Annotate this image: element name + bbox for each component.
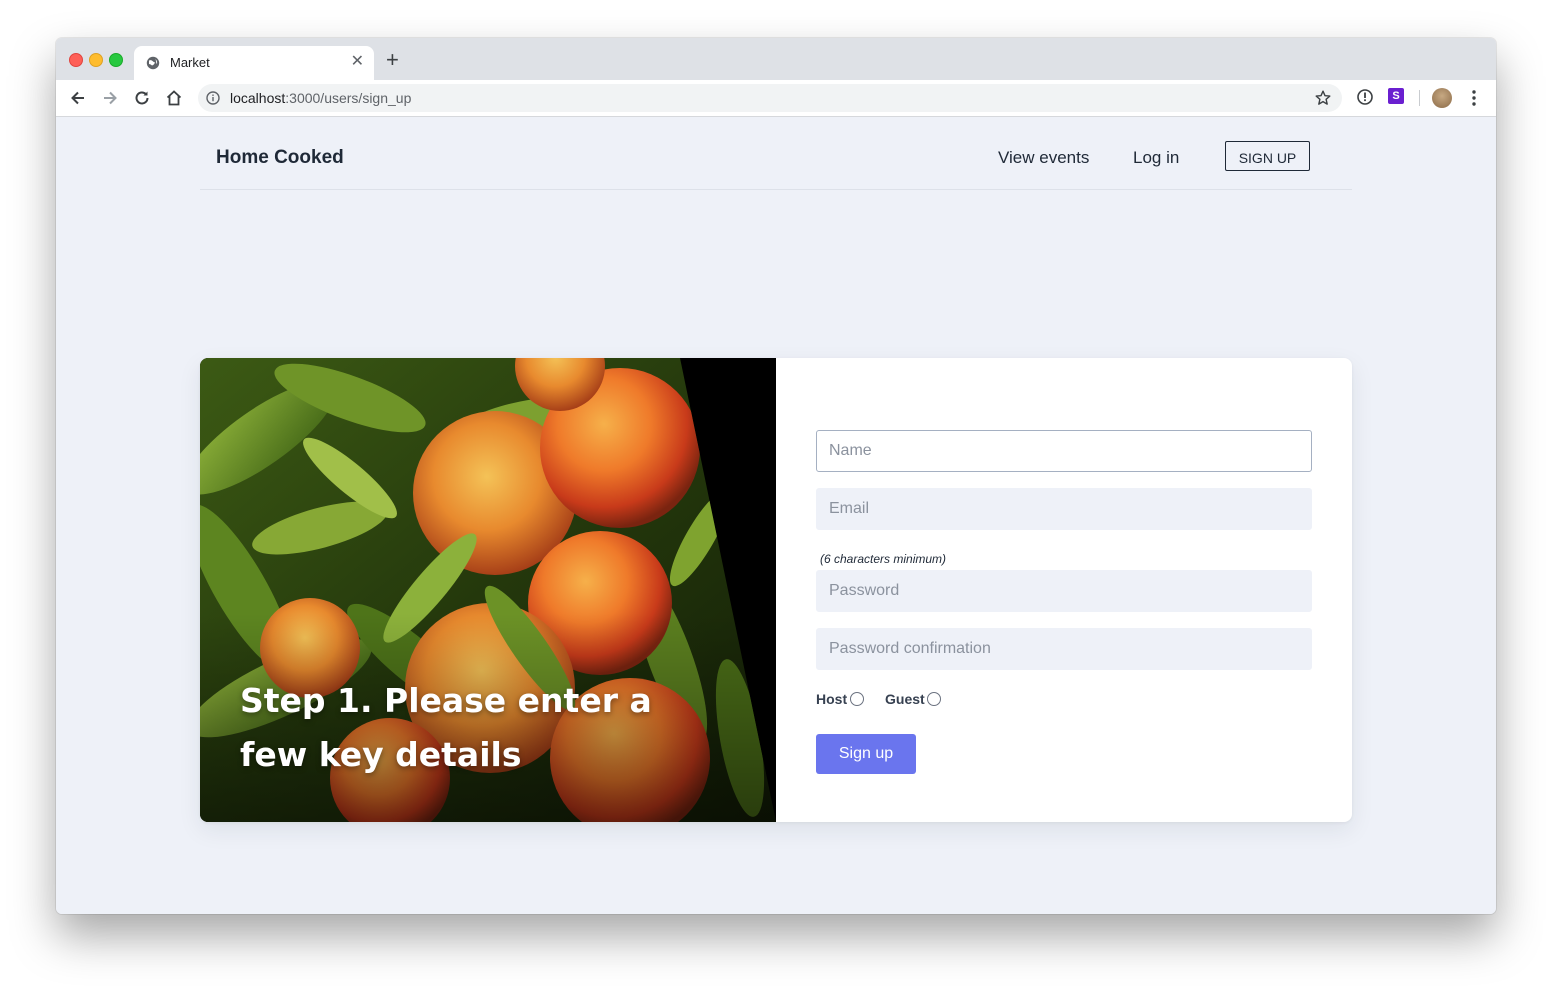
globe-icon [146, 56, 160, 70]
info-icon[interactable] [206, 91, 220, 105]
url-text: localhost:3000/users/sign_up [230, 90, 411, 106]
more-menu-icon[interactable] [1466, 88, 1482, 108]
nav-login-link[interactable]: Log in [1133, 148, 1179, 168]
url-path: :3000/users/sign_up [285, 90, 412, 106]
name-input[interactable] [816, 430, 1312, 472]
role-radio-group: Host Guest [816, 690, 1116, 710]
nav-view-events-link[interactable]: View events [998, 148, 1089, 168]
extension-s-icon[interactable]: S [1388, 88, 1404, 104]
close-tab-icon[interactable]: ✕ [351, 53, 364, 71]
site-header: Home Cooked View events Log in SIGN UP [200, 117, 1352, 190]
browser-toolbar: localhost:3000/users/sign_up S [56, 80, 1496, 117]
profile-avatar[interactable] [1432, 88, 1452, 108]
minimize-window-button[interactable] [89, 53, 103, 67]
reload-icon[interactable] [132, 88, 152, 108]
host-radio-label[interactable]: Host [816, 691, 847, 707]
close-window-button[interactable] [69, 53, 83, 67]
hero-heading: Step 1. Please enter a few key details [240, 681, 652, 774]
toolbar-divider [1419, 90, 1420, 106]
home-icon[interactable] [164, 88, 184, 108]
hero-image-panel: Step 1. Please enter a few key details [200, 358, 776, 822]
forward-arrow-icon[interactable] [100, 88, 120, 108]
tab-bar: Market ✕ + [56, 38, 1496, 80]
back-arrow-icon[interactable] [68, 88, 88, 108]
bookmark-star-icon[interactable] [1314, 89, 1332, 107]
new-tab-button[interactable]: + [386, 49, 399, 71]
guest-radio[interactable] [927, 692, 941, 706]
site-brand[interactable]: Home Cooked [216, 147, 344, 169]
tab-title: Market [170, 55, 210, 70]
password-input[interactable] [816, 570, 1312, 612]
nav-signup-button[interactable]: SIGN UP [1225, 141, 1310, 171]
password-confirmation-input[interactable] [816, 628, 1312, 670]
address-bar[interactable]: localhost:3000/users/sign_up [198, 84, 1342, 112]
extension-info-icon[interactable] [1356, 88, 1374, 106]
maximize-window-button[interactable] [109, 53, 123, 67]
guest-radio-label[interactable]: Guest [885, 691, 925, 707]
signup-card: Step 1. Please enter a few key details (… [200, 358, 1352, 822]
browser-window: Market ✕ + localhost:3000/users/sign_up [56, 38, 1496, 914]
email-input[interactable] [816, 488, 1312, 530]
sign-up-button[interactable]: Sign up [816, 734, 916, 774]
host-radio[interactable] [850, 692, 864, 706]
url-host: localhost [230, 90, 286, 106]
password-hint: (6 characters minimum) [820, 552, 947, 566]
browser-tab[interactable]: Market ✕ [134, 46, 374, 80]
page-content: Home Cooked View events Log in SIGN UP S… [56, 117, 1496, 914]
